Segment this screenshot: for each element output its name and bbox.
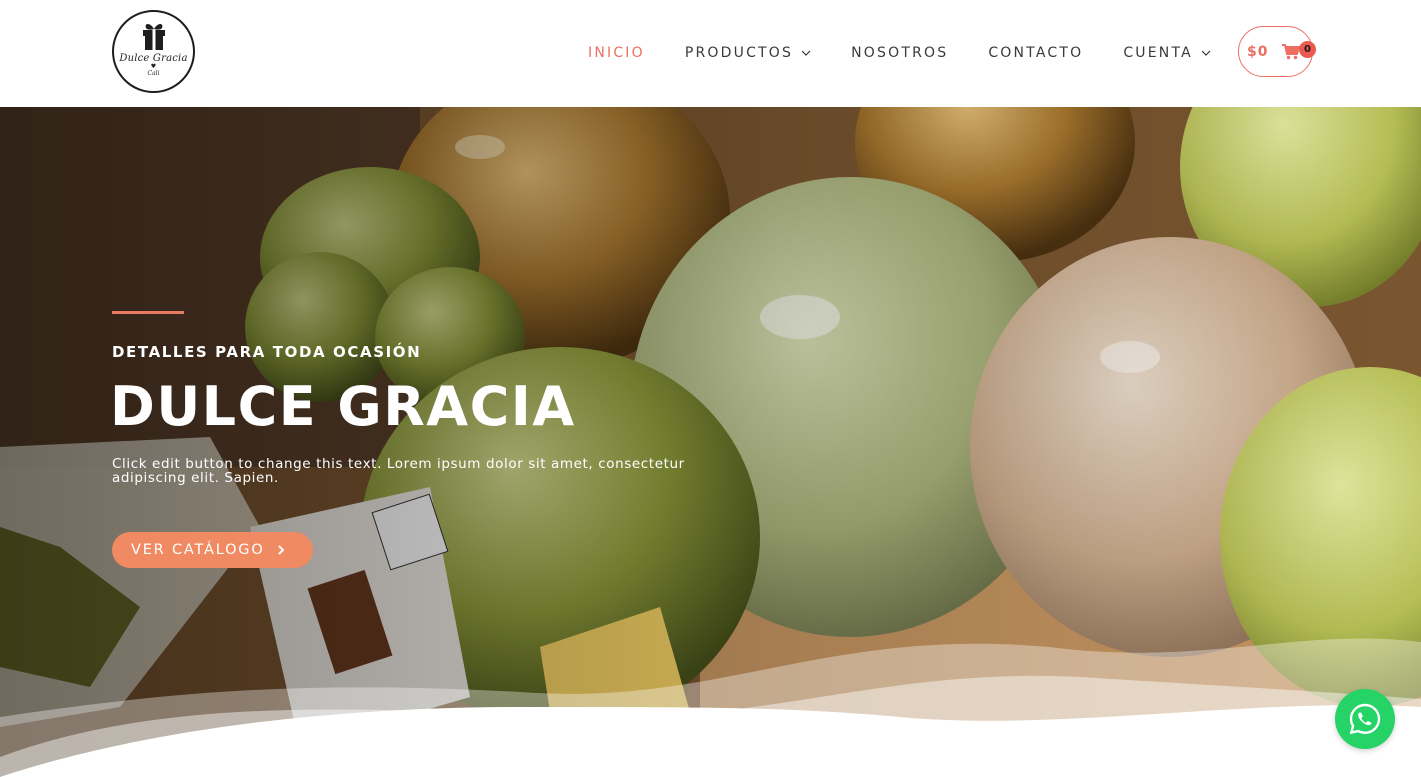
nav-item-label: CUENTA (1123, 45, 1193, 61)
chevron-down-icon (801, 50, 811, 56)
site-logo[interactable]: Dulce Gracia ♥ Cali (112, 10, 195, 93)
hero-title: DULCE GRACIA (110, 375, 576, 438)
nav-item-inicio[interactable]: INICIO (588, 45, 645, 61)
nav-item-contacto[interactable]: CONTACTO (988, 45, 1083, 61)
logo-wordmark: Dulce Gracia (119, 52, 188, 64)
nav-item-productos[interactable]: PRODUCTOS (685, 45, 811, 61)
shopping-cart-icon (1282, 43, 1301, 59)
site-header: Dulce Gracia ♥ Cali INICIO PRODUCTOS NOS… (0, 0, 1421, 107)
gift-icon (142, 23, 165, 50)
cta-label: VER CATÁLOGO (131, 542, 265, 558)
logo-city: Cali (147, 69, 160, 77)
whatsapp-button[interactable] (1335, 689, 1395, 749)
hero-background-image (0, 107, 1421, 777)
chevron-down-icon (1201, 50, 1211, 56)
hero-kicker: DETALLES PARA TODA OCASIÓN (112, 343, 422, 361)
hero-description: Click edit button to change this text. L… (112, 456, 685, 486)
nav-item-label: PRODUCTOS (684, 45, 794, 61)
main-nav: INICIO PRODUCTOS NOSOTROS CONTACTO CUENT… (588, 43, 1251, 63)
whatsapp-icon (1349, 703, 1381, 735)
hero-section: DETALLES PARA TODA OCASIÓN DULCE GRACIA … (0, 107, 1421, 777)
cart-count-badge: 0 (1299, 41, 1316, 58)
nav-item-nosotros[interactable]: NOSOTROS (851, 45, 948, 61)
nav-item-label: CONTACTO (988, 45, 1084, 61)
nav-item-label: NOSOTROS (851, 45, 949, 61)
chevron-right-icon (277, 545, 284, 555)
nav-item-label: INICIO (588, 45, 645, 61)
cart-button[interactable]: $0 0 (1238, 26, 1316, 77)
nav-item-cuenta[interactable]: CUENTA (1123, 45, 1211, 61)
hero-accent-line (112, 311, 184, 314)
view-catalog-button[interactable]: VER CATÁLOGO (112, 532, 313, 568)
cart-total: $0 (1247, 43, 1269, 60)
